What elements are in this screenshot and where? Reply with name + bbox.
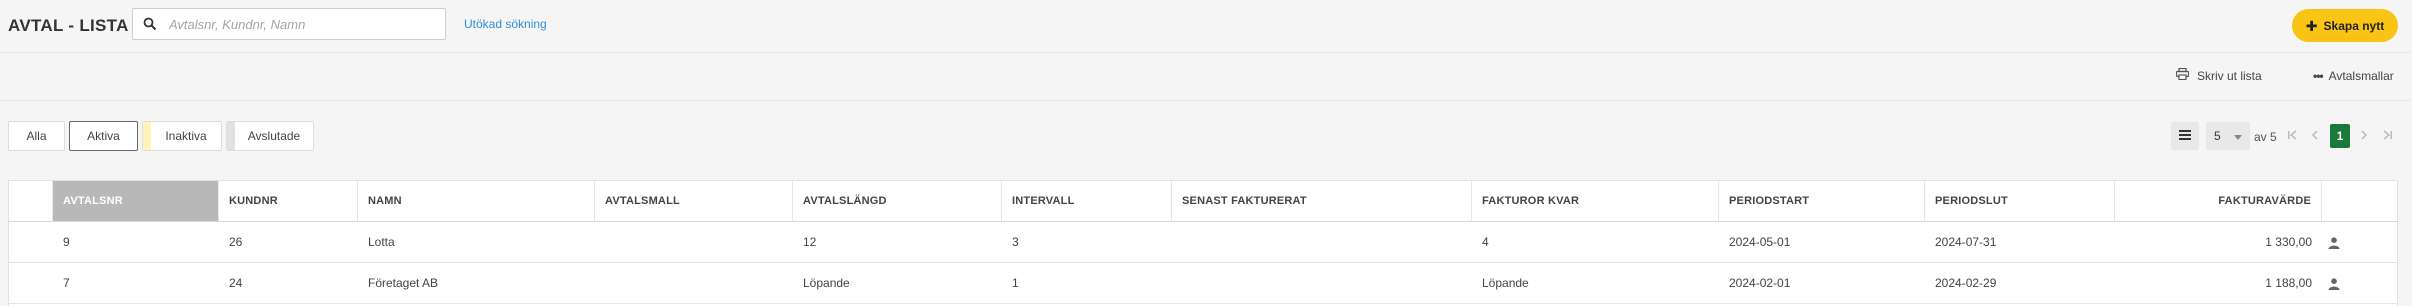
list-icon — [2179, 127, 2191, 145]
filter-all[interactable]: Alla — [8, 121, 65, 151]
cell-senast-fakturerat — [1172, 222, 1182, 262]
advanced-search-link[interactable]: Utökad sökning — [464, 17, 547, 31]
first-page-icon — [2287, 127, 2297, 145]
contract-templates-button[interactable]: ••• Avtalsmallar — [2313, 69, 2394, 83]
column-header-avtalsmall[interactable]: AVTALSMALL — [595, 181, 793, 221]
column-header-avtalsnr[interactable]: AVTALSNR — [53, 181, 219, 221]
toolbar-divider — [0, 100, 2412, 101]
cell-avtalsnr: 7 — [63, 276, 70, 290]
cell-fakturor-kvar: 4 — [1482, 235, 1489, 249]
prev-page-icon — [2311, 127, 2319, 145]
filter-inactive-label: Inaktiva — [165, 129, 207, 143]
last-page-icon — [2383, 127, 2393, 145]
cell-namn: Lotta — [368, 235, 395, 249]
page-count-label: av 5 — [2254, 130, 2277, 144]
current-page-button[interactable]: 1 — [2330, 124, 2350, 148]
column-header-intervall[interactable]: INTERVALL — [1002, 181, 1172, 221]
filter-all-label: Alla — [26, 129, 47, 143]
cell-namn: Företaget AB — [368, 276, 439, 290]
column-header-actions — [9, 181, 53, 221]
cell-periodstart: 2024-05-01 — [1729, 235, 1791, 249]
print-list-label: Skriv ut lista — [2197, 68, 2262, 83]
column-header-kundnr[interactable]: KUNDNR — [219, 181, 358, 221]
user-icon[interactable] — [2328, 236, 2340, 254]
column-header-periodstart[interactable]: PERIODSTART — [1719, 181, 1925, 221]
filter-active-label: Aktiva — [87, 129, 120, 143]
next-page-icon — [2360, 127, 2368, 145]
column-header-fakturavarde[interactable]: FAKTURAVÄRDE — [2115, 181, 2322, 221]
create-new-label: Skapa nytt — [2323, 18, 2385, 33]
cell-senast-fakturerat — [1172, 263, 1182, 303]
user-icon[interactable] — [2328, 277, 2340, 295]
page-size-value: 5 — [2214, 129, 2221, 143]
printer-icon — [2175, 67, 2190, 83]
print-list-button[interactable]: Skriv ut lista — [2175, 67, 2262, 83]
page-title: AVTAL - LISTA — [8, 16, 129, 35]
column-header-periodslut[interactable]: PERIODSLUT — [1925, 181, 2115, 221]
last-page-button[interactable] — [2380, 128, 2396, 144]
cell-avtalslangd: 12 — [803, 235, 817, 249]
cell-kundnr: 26 — [229, 235, 243, 249]
cell-fakturor-kvar: Löpande — [1482, 276, 1529, 290]
cell-avtalsnr: 9 — [63, 235, 70, 249]
first-page-button[interactable] — [2284, 128, 2300, 144]
cell-fakturavarde: 1 188,00 — [2265, 276, 2312, 290]
cell-avtalslangd: Löpande — [803, 276, 850, 290]
search-icon — [143, 17, 157, 31]
page-size-select[interactable]: 5 — [2206, 122, 2250, 150]
cell-avtalsmall — [595, 263, 605, 303]
column-header-avtalslangd[interactable]: AVTALSLÄNGD — [793, 181, 1002, 221]
cell-avtalsmall — [595, 222, 605, 262]
cell-periodslut: 2024-02-29 — [1935, 276, 1997, 290]
list-view-button[interactable] — [2171, 122, 2199, 150]
header-divider — [0, 52, 2412, 53]
column-header-fakturor-kvar[interactable]: FAKTUROR KVAR — [1472, 181, 1719, 221]
finished-color-swatch — [227, 122, 235, 150]
cell-periodstart: 2024-02-01 — [1729, 276, 1791, 290]
inactive-color-swatch — [143, 122, 151, 150]
cell-intervall: 3 — [1012, 235, 1019, 249]
cell-intervall: 1 — [1012, 276, 1019, 290]
filter-finished[interactable]: Avslutade — [226, 121, 314, 151]
column-header-owner — [2322, 181, 2398, 221]
search-input[interactable] — [167, 15, 445, 33]
search-box[interactable] — [132, 8, 446, 40]
contract-templates-label: Avtalsmallar — [2328, 69, 2394, 83]
chevron-down-icon — [2234, 129, 2242, 143]
cell-periodslut: 2024-07-31 — [1935, 235, 1997, 249]
row-divider — [8, 303, 2398, 304]
cell-kundnr: 24 — [229, 276, 243, 290]
column-header-namn[interactable]: NAMN — [358, 181, 595, 221]
filter-finished-label: Avslutade — [247, 129, 301, 143]
create-new-button[interactable]: ✚ Skapa nytt — [2292, 9, 2398, 42]
filter-inactive[interactable]: Inaktiva — [142, 121, 222, 151]
plus-icon: ✚ — [2305, 17, 2318, 34]
cell-fakturavarde: 1 330,00 — [2265, 235, 2312, 249]
next-page-button[interactable] — [2356, 128, 2372, 144]
more-dots-icon: ••• — [2313, 69, 2324, 83]
filter-active[interactable]: Aktiva — [69, 121, 138, 151]
column-header-senast-fakturerat[interactable]: SENAST FAKTURERAT — [1172, 181, 1472, 221]
prev-page-button[interactable] — [2307, 128, 2323, 144]
